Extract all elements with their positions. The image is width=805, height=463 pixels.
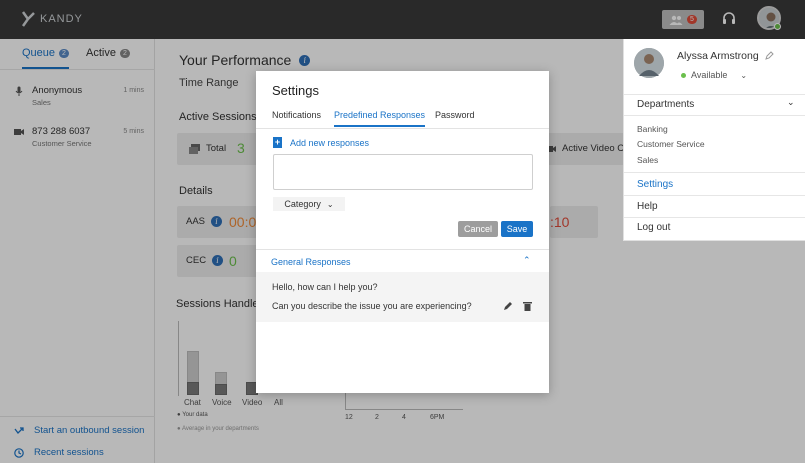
category-dropdown[interactable]: Category ⌄ <box>273 197 345 211</box>
profile-name: Alyssa Armstrong <box>677 50 759 62</box>
tab-predefined-responses[interactable]: Predefined Responses <box>334 110 426 127</box>
menu-divider <box>624 94 805 95</box>
responses-list: Hello, how can I help you? Can you descr… <box>256 272 549 322</box>
save-button[interactable]: Save <box>501 221 533 237</box>
list-item[interactable]: Hello, how can I help you? <box>272 282 378 292</box>
department-sales: Sales <box>637 155 659 165</box>
profile-avatar <box>634 48 664 78</box>
cancel-button[interactable]: Cancel <box>458 221 498 237</box>
menu-item-logout[interactable]: Log out <box>637 222 670 233</box>
profile-menu: Alyssa Armstrong Available ⌄ Departments… <box>623 39 805 241</box>
menu-divider <box>624 172 805 173</box>
add-new-responses-label: Add new responses <box>290 137 370 148</box>
section-divider <box>256 249 549 250</box>
chevron-down-icon: ⌄ <box>740 70 748 80</box>
chevron-up-icon[interactable]: ⌃ <box>523 255 531 266</box>
modal-title: Settings <box>272 83 319 98</box>
department-customer-service: Customer Service <box>637 139 705 149</box>
status-selector[interactable]: Available ⌄ <box>681 70 747 80</box>
add-new-responses-button[interactable]: + Add new responses <box>273 137 369 148</box>
general-responses-header[interactable]: General Responses <box>271 257 351 267</box>
status-dot <box>681 72 686 78</box>
menu-divider <box>624 195 805 196</box>
menu-divider <box>624 217 805 218</box>
category-label: Category <box>284 199 321 209</box>
add-document-icon: + <box>273 137 282 148</box>
tabs-divider <box>256 128 549 129</box>
tab-notifications[interactable]: Notifications <box>272 110 321 120</box>
departments-heading[interactable]: Departments <box>637 99 694 110</box>
response-textarea[interactable] <box>273 154 533 190</box>
avatar-photo-icon <box>634 48 664 78</box>
menu-item-help[interactable]: Help <box>637 201 658 212</box>
menu-item-settings[interactable]: Settings <box>637 179 673 190</box>
chevron-down-icon: ⌄ <box>326 199 334 209</box>
edit-pencil-icon[interactable] <box>503 301 513 311</box>
chevron-down-icon[interactable]: ⌄ <box>787 97 795 108</box>
edit-pencil-icon[interactable] <box>765 51 774 60</box>
department-banking: Banking <box>637 124 668 134</box>
status-label: Available <box>691 70 728 80</box>
menu-divider <box>624 115 805 116</box>
settings-modal: Settings Notifications Predefined Respon… <box>256 71 549 393</box>
trash-icon[interactable] <box>523 301 532 311</box>
list-item[interactable]: Can you describe the issue you are exper… <box>272 301 472 311</box>
tab-password[interactable]: Password <box>435 110 475 120</box>
